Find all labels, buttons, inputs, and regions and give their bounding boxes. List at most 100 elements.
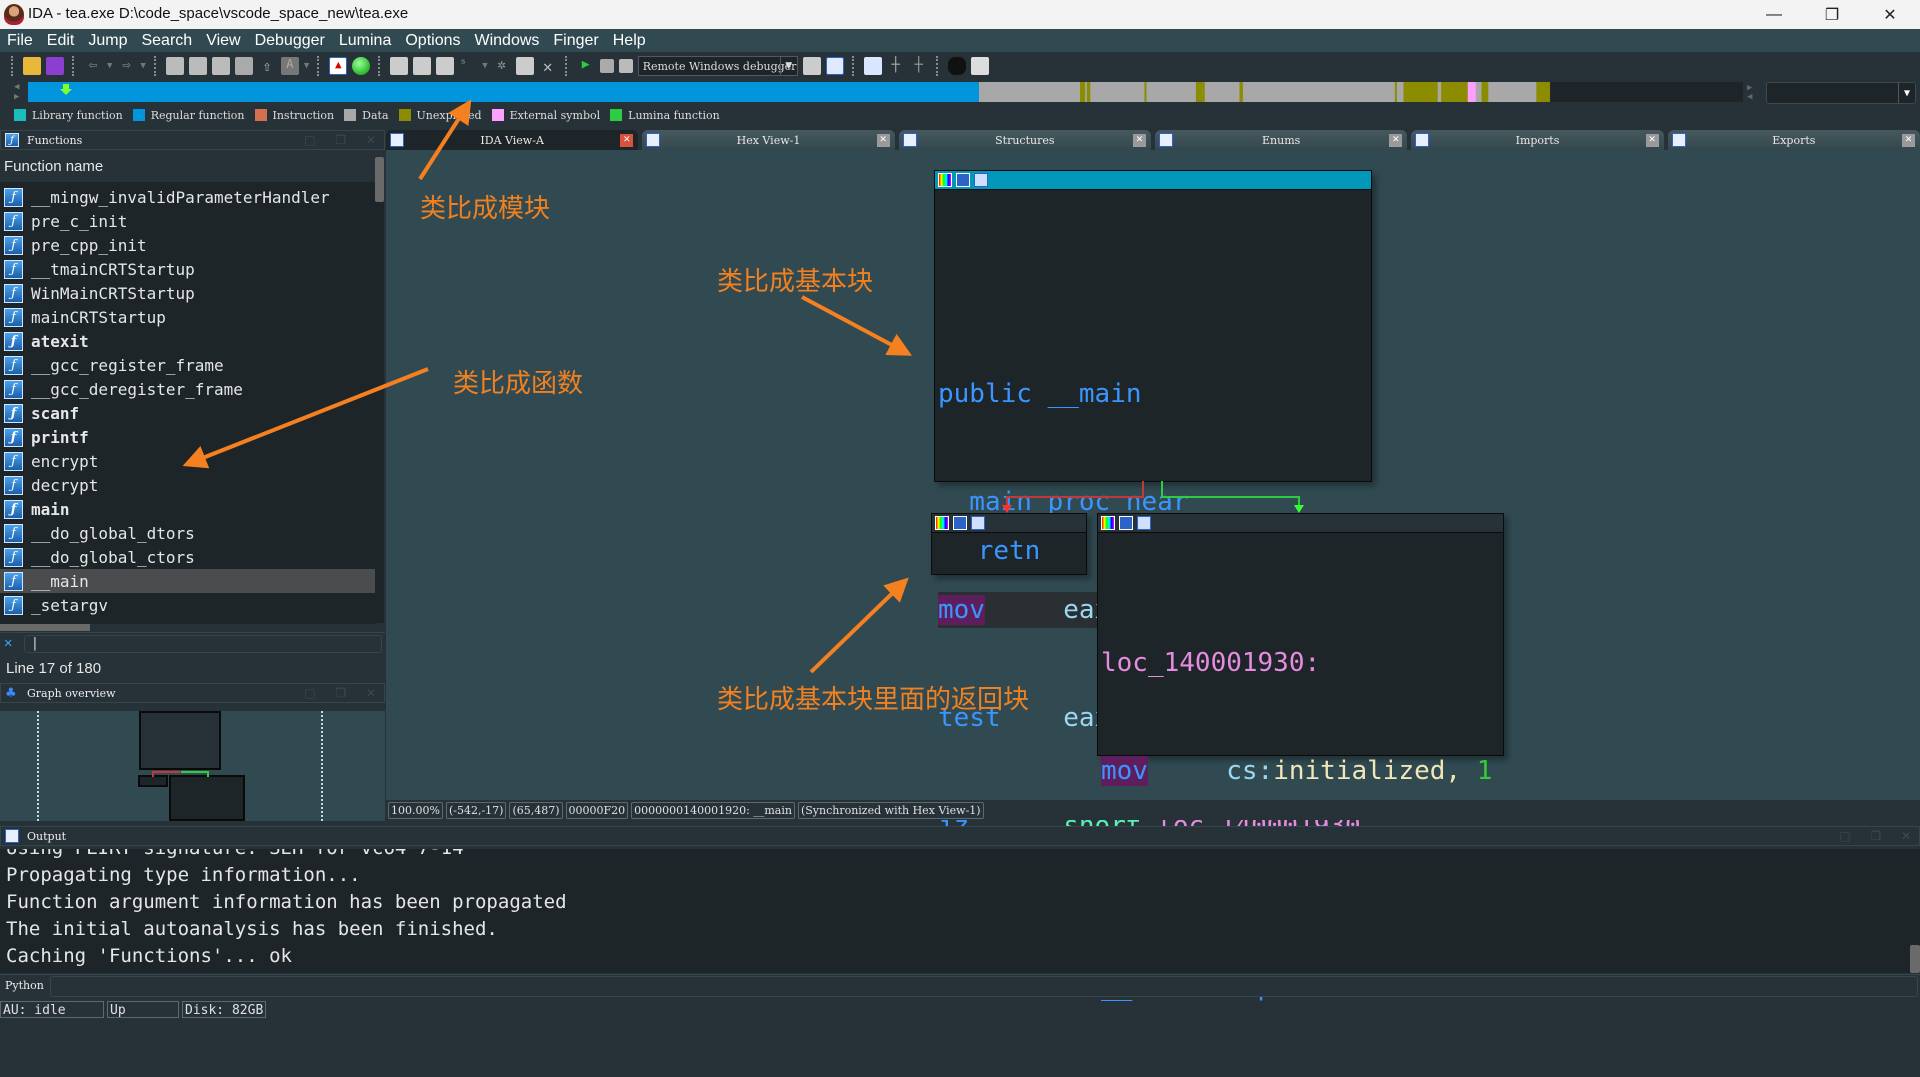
unknown-icon[interactable]: ✲	[493, 57, 511, 75]
tab-imports[interactable]: Imports ✕	[1411, 130, 1664, 150]
undefine-icon[interactable]: ✕	[539, 57, 557, 76]
code-icon[interactable]	[390, 57, 409, 75]
forward-dropdown-icon[interactable]: ▼	[140, 61, 145, 71]
chevron-down-icon[interactable]: ▼	[1898, 83, 1915, 103]
functions-vertical-scrollbar[interactable]	[375, 157, 384, 623]
function-list-item[interactable]: ƒ main	[0, 497, 375, 521]
back-icon[interactable]: ⇦	[84, 57, 102, 75]
block-color-icon[interactable]	[935, 516, 949, 530]
asm-mnemonic[interactable]: retn	[978, 536, 1041, 566]
lumina-push-icon[interactable]	[970, 57, 989, 75]
string-dropdown-icon[interactable]: ▼	[482, 61, 487, 71]
clear-filter-icon[interactable]: ✕	[4, 635, 12, 651]
back-dropdown-icon[interactable]: ▼	[107, 61, 112, 71]
panel-window-controls[interactable]: □ ❐ ✕	[304, 686, 384, 700]
breakpoints-icon[interactable]	[863, 57, 882, 75]
menu-view[interactable]: View	[199, 32, 247, 50]
menu-lumina[interactable]: Lumina	[332, 32, 398, 50]
block-edit-icon[interactable]	[1119, 516, 1133, 530]
asm-line[interactable]: mov cs:initialized, 1	[1101, 753, 1503, 789]
stop-icon[interactable]	[618, 59, 633, 73]
close-button[interactable]: ✕	[1861, 0, 1919, 29]
toolbar-grip[interactable]	[11, 56, 15, 76]
function-list-item[interactable]: ƒ pre_cpp_init	[0, 233, 375, 257]
menu-jump[interactable]: Jump	[81, 32, 134, 50]
save-icon[interactable]	[46, 57, 64, 75]
menu-help[interactable]: Help	[606, 32, 653, 50]
function-list-item[interactable]: ƒ WinMainCRTStartup	[0, 281, 375, 305]
basic-block-return[interactable]: retn	[931, 513, 1087, 575]
nav-band-arrows-right[interactable]: ▶ ◀	[1747, 84, 1752, 102]
python-input[interactable]	[50, 976, 1918, 997]
menu-edit[interactable]: Edit	[40, 32, 82, 50]
data-icon[interactable]	[413, 57, 432, 75]
asm-line[interactable]: loc_140001930:	[1101, 645, 1503, 681]
lumina-pull-icon[interactable]	[947, 57, 966, 75]
text-mode-icon[interactable]: A	[280, 57, 299, 75]
block-edit-icon[interactable]	[953, 516, 967, 530]
panel-window-controls[interactable]: □ ❐ ✕	[304, 133, 384, 147]
jump-up-icon[interactable]: ⇧	[258, 57, 276, 75]
navigation-band[interactable]	[28, 82, 1743, 102]
menu-search[interactable]: Search	[134, 32, 199, 50]
block-edit-icon[interactable]	[956, 173, 970, 187]
overview-block-loc[interactable]	[169, 775, 245, 821]
basic-block-entry[interactable]: public __main __main proc near mov eax, …	[934, 170, 1372, 841]
function-list-item[interactable]: ƒ __do_global_ctors	[0, 545, 375, 569]
scrollbar-thumb[interactable]	[1910, 945, 1920, 973]
function-list-item[interactable]: ƒ __do_global_dtors	[0, 521, 375, 545]
add-breakpoint-icon[interactable]: ┼	[887, 57, 905, 75]
menu-windows[interactable]: Windows	[467, 32, 546, 50]
minimize-button[interactable]: —	[1745, 0, 1803, 29]
function-list-item[interactable]: ƒ pre_c_init	[0, 209, 375, 233]
warning-icon[interactable]: ▲	[329, 57, 348, 75]
filter-input[interactable]: |	[24, 635, 382, 653]
struct-icon[interactable]	[436, 57, 455, 75]
block-color-icon[interactable]	[938, 173, 952, 187]
tab-exports[interactable]: Exports ✕	[1667, 130, 1920, 150]
functions-horizontal-scrollbar[interactable]	[0, 624, 90, 631]
overview-block-entry[interactable]	[139, 711, 221, 770]
start-debug-icon[interactable]: ▶	[577, 57, 595, 75]
string-icon[interactable]: ˢ	[459, 57, 477, 75]
restore-button[interactable]: ❐	[1803, 0, 1861, 29]
graph-overview-canvas[interactable]	[0, 711, 385, 821]
search-text-icon[interactable]	[188, 57, 207, 75]
tab-ida-view-a[interactable]: IDA View-A ✕	[386, 130, 639, 150]
function-list-item[interactable]: ƒ printf	[0, 425, 375, 449]
text-mode-dropdown-icon[interactable]: ▼	[304, 61, 309, 71]
close-tab-icon[interactable]: ✕	[1901, 133, 1915, 147]
function-list-item[interactable]: ƒ __gcc_deregister_frame	[0, 377, 375, 401]
basic-block-loc[interactable]: loc_140001930: mov cs:initialized, 1 jmp…	[1097, 513, 1504, 1002]
search-next-icon[interactable]	[234, 57, 253, 75]
open-icon[interactable]	[23, 57, 41, 75]
tab-enums[interactable]: Enums ✕	[1154, 130, 1408, 150]
close-tab-icon[interactable]: ✕	[1645, 133, 1659, 147]
debugger-select[interactable]: Remote Windows debugger ▼	[637, 56, 798, 76]
menu-debugger[interactable]: Debugger	[248, 32, 332, 50]
panel-window-controls[interactable]: □ ❐ ✕	[1839, 829, 1919, 843]
output-vertical-scrollbar[interactable]	[1910, 849, 1920, 973]
function-list-item[interactable]: ƒ __main	[0, 569, 375, 593]
scrollbar-thumb[interactable]	[375, 157, 384, 202]
search-binary-icon[interactable]	[211, 57, 230, 75]
function-list-item[interactable]: ƒ __mingw_invalidParameterHandler	[0, 185, 375, 209]
function-list-item[interactable]: ƒ _setargv	[0, 593, 375, 617]
close-tab-icon[interactable]: ✕	[876, 133, 890, 147]
nav-scroll-arrows[interactable]: ◀ ▶	[14, 82, 19, 102]
forward-icon[interactable]: ⇨	[117, 57, 135, 75]
segment-select[interactable]: ▼	[1766, 82, 1916, 104]
menu-file[interactable]: File	[0, 32, 40, 50]
close-tab-icon[interactable]: ✕	[620, 133, 634, 147]
search-hash-icon[interactable]	[165, 57, 184, 75]
function-list-item[interactable]: ƒ __gcc_register_frame	[0, 353, 375, 377]
analysis-status-icon[interactable]	[352, 57, 371, 75]
function-list-item[interactable]: ƒ mainCRTStartup	[0, 305, 375, 329]
close-tab-icon[interactable]: ✕	[1389, 133, 1403, 147]
close-tab-icon[interactable]: ✕	[1132, 133, 1146, 147]
menu-options[interactable]: Options	[398, 32, 467, 50]
output-log[interactable]: Using FLIRT signature: SEH for vc64 7-14…	[0, 849, 1910, 973]
block-group-icon[interactable]	[971, 516, 985, 530]
function-list-item[interactable]: ƒ scanf	[0, 401, 375, 425]
function-list-item[interactable]: ƒ decrypt	[0, 473, 375, 497]
